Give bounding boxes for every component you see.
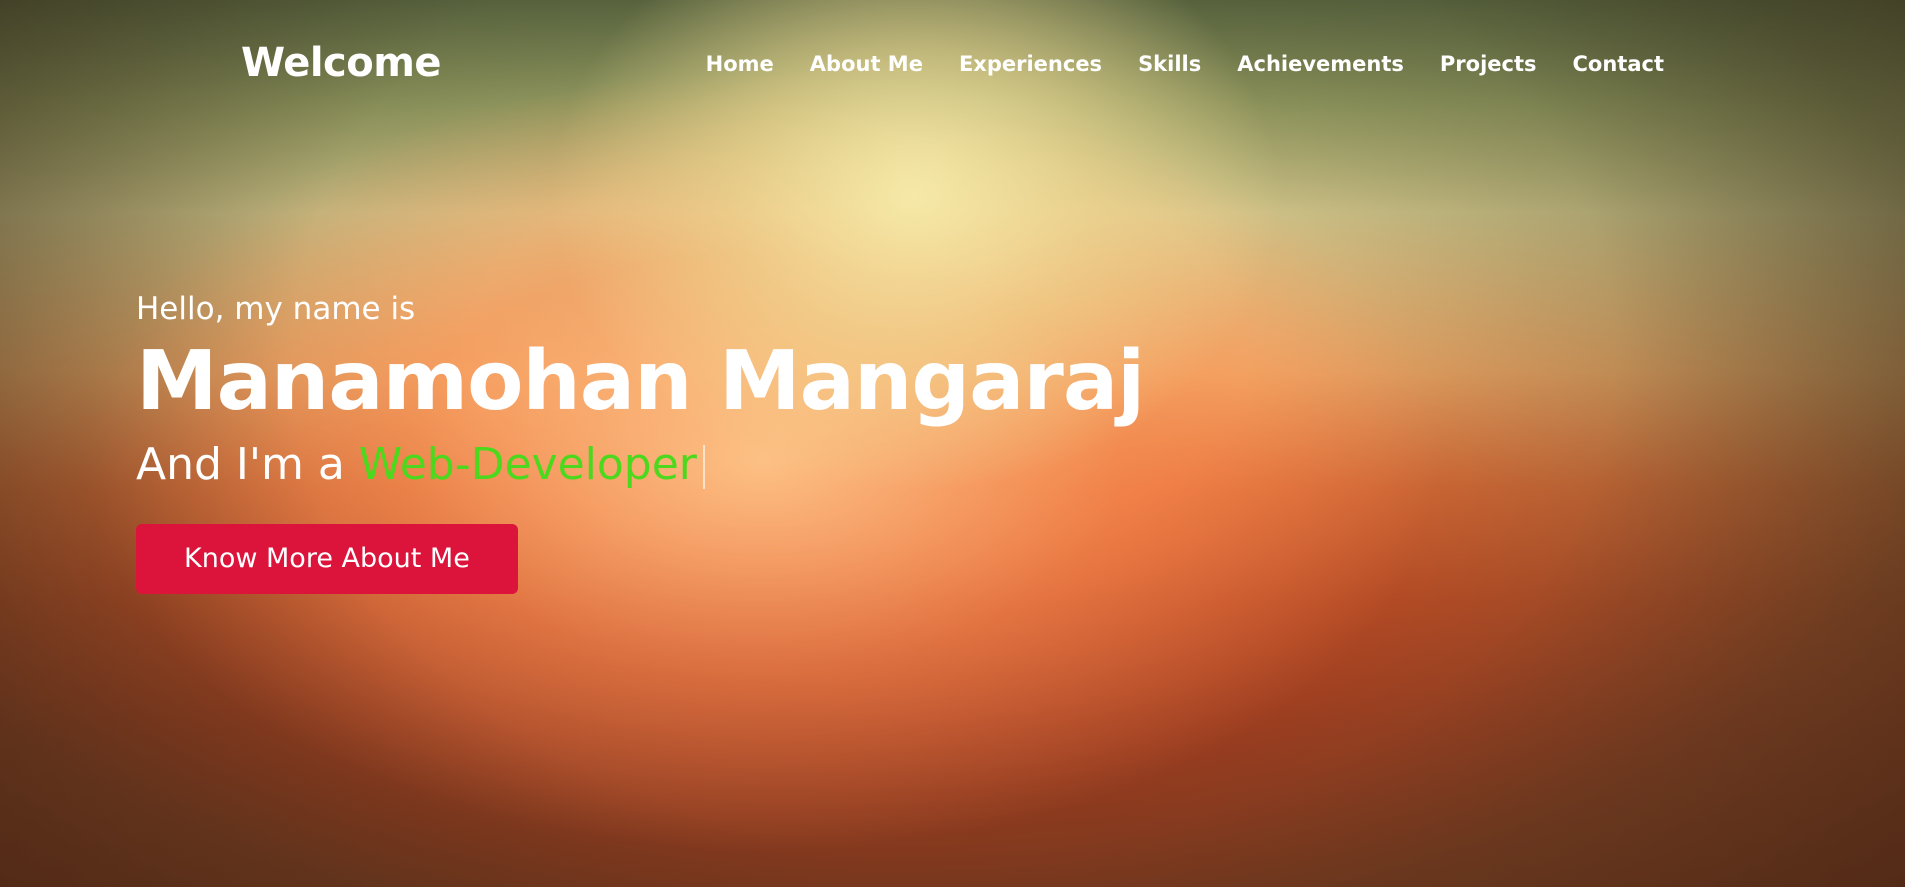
nav-item-contact: Contact bbox=[1573, 49, 1665, 79]
nav-link-home[interactable]: Home bbox=[706, 52, 774, 76]
nav-item-achievements: Achievements bbox=[1237, 49, 1404, 79]
nav-menu: Home About Me Experiences Skills Achieve… bbox=[706, 49, 1664, 79]
typing-cursor bbox=[702, 445, 705, 489]
know-more-button[interactable]: Know More About Me bbox=[136, 524, 518, 594]
hero-role-line: And I'm a Web-Developer bbox=[136, 432, 1144, 498]
nav-item-projects: Projects bbox=[1440, 49, 1537, 79]
nav-link-about-me[interactable]: About Me bbox=[810, 52, 923, 76]
nav-link-achievements[interactable]: Achievements bbox=[1237, 52, 1404, 76]
nav-item-experiences: Experiences bbox=[959, 49, 1102, 79]
hero-role-prefix: And I'm a bbox=[136, 439, 345, 490]
brand-logo[interactable]: Welcome bbox=[241, 39, 442, 87]
nav-item-home: Home bbox=[706, 49, 774, 79]
nav-item-about-me: About Me bbox=[810, 49, 923, 79]
hero-section: Welcome Home About Me Experiences Skills… bbox=[0, 0, 1905, 887]
hero-content: Hello, my name is Manamohan Mangaraj And… bbox=[136, 286, 1145, 594]
navbar: Welcome Home About Me Experiences Skills… bbox=[0, 0, 1905, 128]
nav-item-skills: Skills bbox=[1138, 49, 1201, 79]
nav-link-experiences[interactable]: Experiences bbox=[959, 52, 1102, 76]
hero-role-typed: Web-Developer bbox=[358, 439, 697, 490]
hero-greeting: Hello, my name is bbox=[136, 291, 416, 327]
nav-link-skills[interactable]: Skills bbox=[1138, 52, 1201, 76]
hero-name: Manamohan Mangaraj bbox=[136, 334, 1145, 429]
nav-link-projects[interactable]: Projects bbox=[1440, 52, 1537, 76]
nav-link-contact[interactable]: Contact bbox=[1573, 52, 1665, 76]
